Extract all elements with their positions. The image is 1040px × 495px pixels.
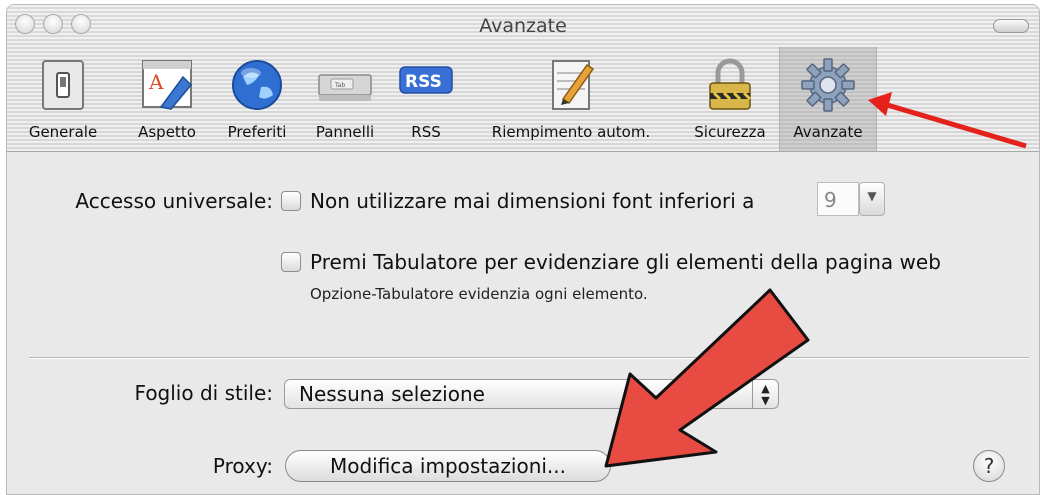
- tab-riempimento-label: Riempimento autom.: [491, 123, 651, 141]
- tab-avanzate-label: Avanzate: [793, 123, 863, 141]
- stylesheet-select[interactable]: Nessuna selezione ▲ ▼: [284, 379, 779, 409]
- tab-rss[interactable]: RSS RSS: [391, 47, 461, 151]
- rss-icon: RSS: [399, 66, 453, 94]
- chevron-down-icon: ▼: [867, 189, 877, 203]
- general-switch-icon: [42, 60, 84, 110]
- tab-sicurezza[interactable]: Sicurezza: [681, 47, 779, 151]
- window-title: Avanzate: [479, 15, 567, 37]
- tab-pannelli-label: Pannelli: [315, 123, 375, 141]
- title-bar: Avanzate: [7, 5, 1039, 47]
- min-font-option-label: Non utilizzare mai dimensioni font infer…: [310, 189, 755, 213]
- tabs-icon: Tab: [318, 74, 372, 101]
- tab-generale-label: Generale: [28, 123, 98, 141]
- tab-sicurezza-label: Sicurezza: [694, 123, 766, 141]
- tab-highlight-option-label: Premi Tabulatore per evidenziare gli ele…: [310, 250, 941, 274]
- globe-icon: [232, 60, 282, 110]
- preferences-panel: Accesso universale: Non utilizzare mai d…: [7, 152, 1039, 494]
- toolbar-toggle-button[interactable]: [993, 19, 1029, 33]
- edit-proxy-settings-button[interactable]: Modifica impostazioni...: [285, 450, 611, 482]
- tab-preferiti[interactable]: Preferiti: [215, 47, 299, 151]
- preferences-window: Avanzate Generale A Aspetto Preferiti Ta…: [6, 4, 1040, 495]
- tab-avanzate[interactable]: Avanzate: [779, 47, 877, 151]
- tab-aspetto-label: Aspetto: [138, 123, 196, 141]
- svg-text:RSS: RSS: [405, 72, 442, 92]
- appearance-icon: A: [142, 60, 193, 110]
- autofill-pencil-icon: [552, 60, 595, 110]
- gear-icon: [801, 58, 855, 112]
- section-divider: [29, 357, 1029, 359]
- tab-highlight-hint: Opzione-Tabulatore evidenzia ogni elemen…: [310, 285, 648, 303]
- tab-preferiti-label: Preferiti: [227, 123, 287, 141]
- tab-riempimento[interactable]: Riempimento autom.: [461, 47, 681, 151]
- tab-aspetto[interactable]: A Aspetto: [119, 47, 215, 151]
- stylesheet-select-value: Nessuna selezione: [299, 382, 485, 406]
- proxy-label: Proxy:: [212, 454, 273, 478]
- preferences-toolbar: Generale A Aspetto Preferiti Tab Pannell…: [7, 47, 1039, 152]
- min-font-checkbox[interactable]: [281, 191, 301, 211]
- lock-icon: [709, 58, 752, 110]
- svg-text:Tab: Tab: [334, 82, 345, 89]
- tab-rss-label: RSS: [411, 123, 441, 141]
- tab-highlight-checkbox[interactable]: [281, 252, 301, 272]
- help-button[interactable]: ?: [973, 450, 1005, 482]
- stylesheet-label: Foglio di stile:: [134, 381, 273, 405]
- tab-generale[interactable]: Generale: [7, 47, 119, 151]
- min-font-size-menu[interactable]: ▼: [859, 182, 885, 216]
- tab-pannelli[interactable]: Tab Pannelli: [299, 47, 391, 151]
- updown-arrows-icon: ▲ ▼: [752, 380, 778, 408]
- svg-text:A: A: [148, 70, 164, 94]
- min-font-size-field[interactable]: 9: [817, 182, 859, 216]
- accessibility-label: Accesso universale:: [75, 189, 273, 213]
